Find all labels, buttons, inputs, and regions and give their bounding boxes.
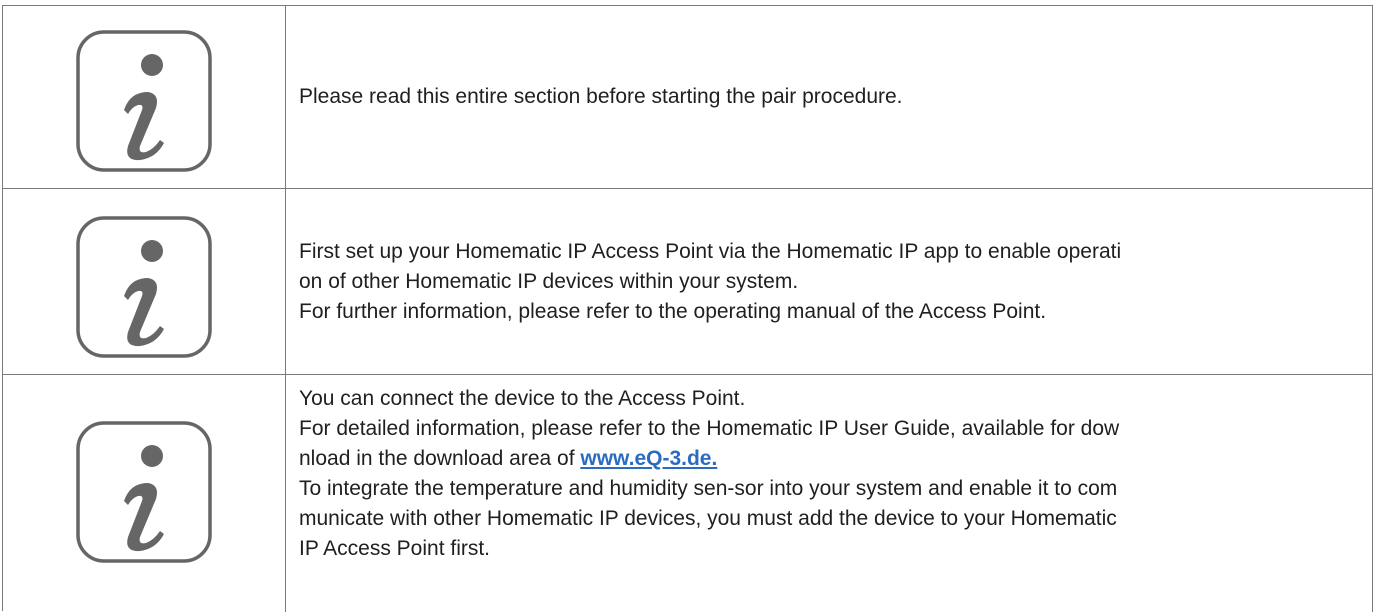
- text-cell: You can connect the device to the Access…: [287, 375, 1373, 612]
- info-icon: [74, 28, 214, 174]
- info-icon: [74, 419, 214, 565]
- info-icon: [74, 214, 214, 360]
- text-cell: First set up your Homematic IP Access Po…: [287, 189, 1373, 374]
- text-line: Please read this entire section before s…: [299, 85, 903, 108]
- text-line: IP Access Point first.: [299, 537, 491, 560]
- note-text: First set up your Homematic IP Access Po…: [299, 237, 1366, 327]
- icon-cell: [3, 375, 286, 612]
- text-line: First set up your Homematic IP Access Po…: [299, 240, 1122, 263]
- text-line: To integrate the temperature and humidit…: [299, 477, 1118, 500]
- text-segment: nload in the download area of: [299, 447, 581, 470]
- table-row: First set up your Homematic IP Access Po…: [3, 189, 1373, 375]
- text-line-with-link: nload in the download area of www.eQ-3.d…: [299, 444, 1366, 474]
- text-line: For further information, please refer to…: [299, 300, 1047, 323]
- icon-cell: [3, 6, 286, 188]
- note-text: You can connect the device to the Access…: [299, 384, 1366, 564]
- info-table: Please read this entire section before s…: [2, 5, 1373, 612]
- text-line: You can connect the device to the Access…: [299, 387, 746, 410]
- text-line: For detailed information, please refer t…: [299, 417, 1120, 440]
- table-row: Please read this entire section before s…: [3, 6, 1373, 189]
- note-text: Please read this entire section before s…: [299, 82, 1366, 112]
- text-line: municate with other Homematic IP devices…: [299, 507, 1117, 530]
- icon-cell: [3, 189, 286, 374]
- eq3-website-link[interactable]: www.eQ-3.de.: [580, 447, 717, 470]
- text-line: on of other Homematic IP devices within …: [299, 270, 799, 293]
- text-cell: Please read this entire section before s…: [287, 6, 1373, 188]
- table-row: You can connect the device to the Access…: [3, 375, 1373, 612]
